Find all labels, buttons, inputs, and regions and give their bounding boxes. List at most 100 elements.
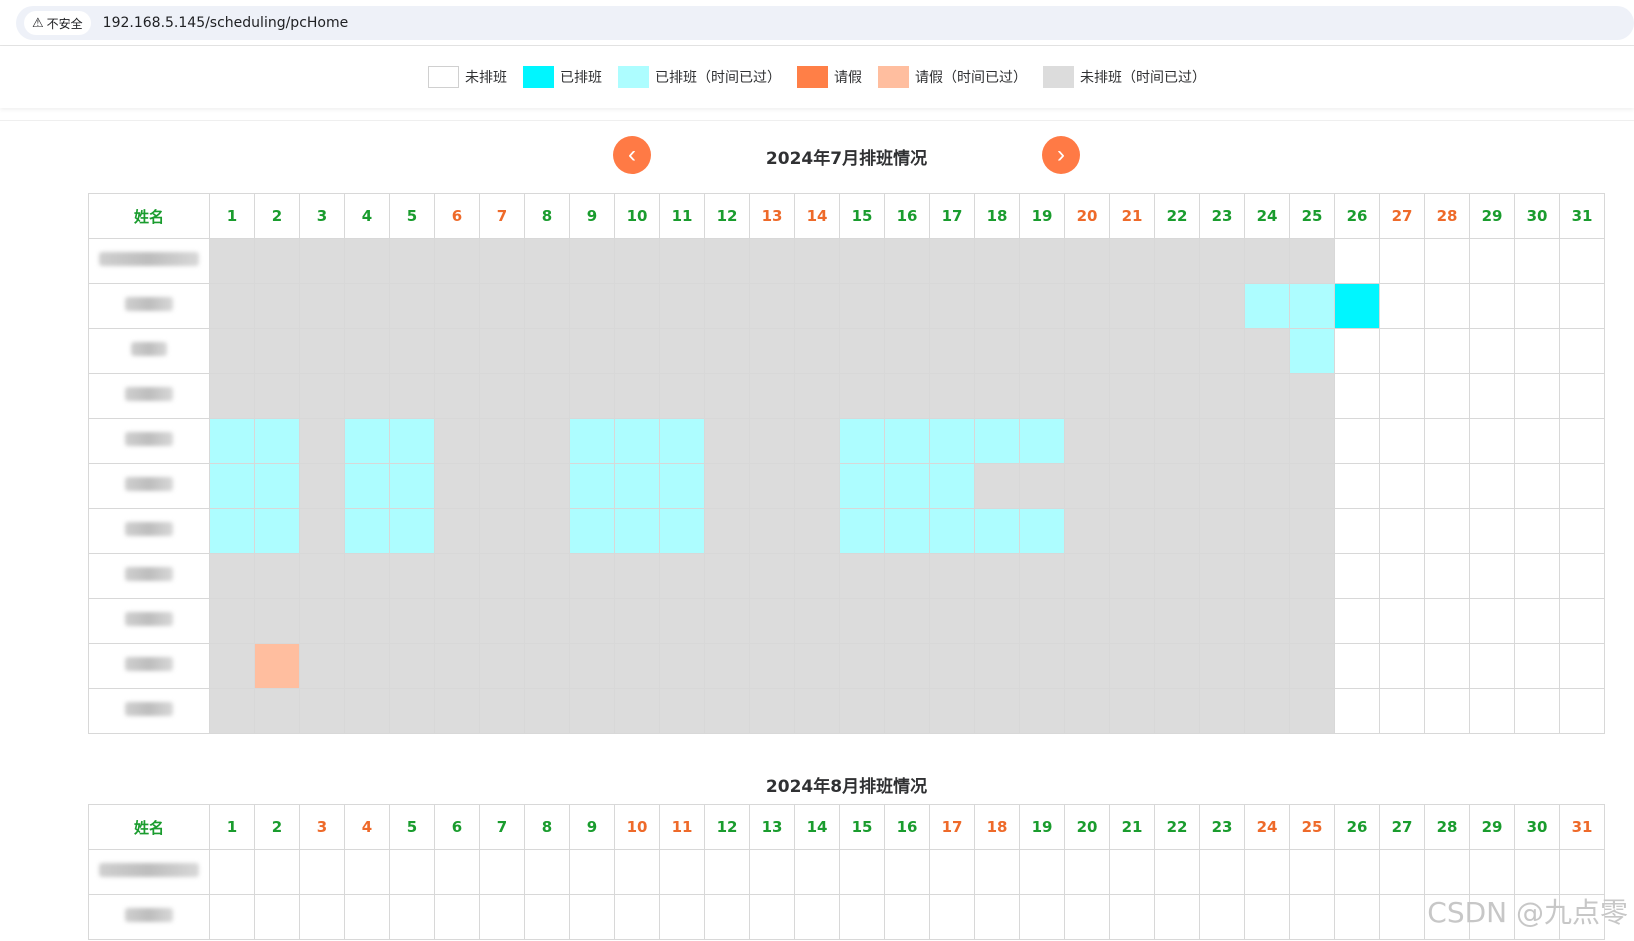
schedule-cell[interactable] (659, 463, 705, 509)
schedule-cell[interactable] (1199, 598, 1245, 644)
schedule-cell[interactable] (1109, 849, 1155, 895)
schedule-cell[interactable] (1244, 328, 1290, 374)
schedule-cell[interactable] (1154, 283, 1200, 329)
schedule-cell[interactable] (704, 598, 750, 644)
schedule-cell[interactable] (299, 643, 345, 689)
schedule-cell[interactable] (659, 894, 705, 940)
schedule-cell[interactable] (254, 238, 300, 284)
schedule-cell[interactable] (1379, 849, 1425, 895)
schedule-cell[interactable] (524, 894, 570, 940)
schedule-cell[interactable] (1559, 238, 1605, 284)
schedule-cell[interactable] (614, 463, 660, 509)
schedule-cell[interactable] (1514, 508, 1560, 554)
schedule-cell[interactable] (1469, 688, 1515, 734)
schedule-cell[interactable] (1199, 849, 1245, 895)
schedule-cell[interactable] (1244, 894, 1290, 940)
address-bar[interactable]: ⚠ 不安全 192.168.5.145/scheduling/pcHome (16, 6, 1634, 40)
schedule-cell[interactable] (1154, 418, 1200, 464)
schedule-cell[interactable] (1244, 463, 1290, 509)
schedule-cell[interactable] (929, 238, 975, 284)
schedule-cell[interactable] (704, 849, 750, 895)
schedule-cell[interactable] (254, 508, 300, 554)
schedule-cell[interactable] (209, 283, 255, 329)
schedule-cell[interactable] (299, 849, 345, 895)
schedule-cell[interactable] (1424, 418, 1470, 464)
schedule-cell[interactable] (1199, 463, 1245, 509)
schedule-cell[interactable] (1019, 643, 1065, 689)
url-text[interactable]: 192.168.5.145/scheduling/pcHome (103, 15, 349, 31)
schedule-cell[interactable] (1379, 688, 1425, 734)
schedule-cell[interactable] (209, 373, 255, 419)
schedule-cell[interactable] (1469, 553, 1515, 599)
schedule-cell[interactable] (434, 418, 480, 464)
schedule-cell[interactable] (1379, 643, 1425, 689)
schedule-cell[interactable] (1244, 598, 1290, 644)
schedule-cell[interactable] (1244, 418, 1290, 464)
schedule-cell[interactable] (1199, 553, 1245, 599)
schedule-cell[interactable] (1109, 598, 1155, 644)
schedule-cell[interactable] (1289, 894, 1335, 940)
schedule-cell[interactable] (1424, 283, 1470, 329)
schedule-cell[interactable] (839, 598, 885, 644)
schedule-cell[interactable] (1514, 688, 1560, 734)
schedule-cell[interactable] (1514, 373, 1560, 419)
schedule-cell[interactable] (614, 373, 660, 419)
schedule-cell[interactable] (884, 463, 930, 509)
schedule-cell[interactable] (974, 688, 1020, 734)
schedule-cell[interactable] (569, 894, 615, 940)
schedule-cell[interactable] (749, 283, 795, 329)
schedule-cell[interactable] (839, 328, 885, 374)
schedule-cell[interactable] (929, 688, 975, 734)
schedule-cell[interactable] (884, 283, 930, 329)
schedule-cell[interactable] (704, 328, 750, 374)
schedule-cell[interactable] (479, 418, 525, 464)
schedule-cell[interactable] (524, 643, 570, 689)
schedule-cell[interactable] (524, 238, 570, 284)
schedule-cell[interactable] (614, 643, 660, 689)
schedule-cell[interactable] (659, 508, 705, 554)
schedule-cell[interactable] (659, 283, 705, 329)
schedule-cell[interactable] (614, 894, 660, 940)
schedule-cell[interactable] (299, 553, 345, 599)
schedule-cell[interactable] (434, 508, 480, 554)
schedule-cell[interactable] (704, 894, 750, 940)
schedule-cell[interactable] (389, 553, 435, 599)
schedule-cell[interactable] (569, 643, 615, 689)
schedule-cell[interactable] (299, 894, 345, 940)
schedule-cell[interactable] (344, 373, 390, 419)
schedule-cell[interactable] (1469, 508, 1515, 554)
schedule-cell[interactable] (299, 463, 345, 509)
schedule-cell[interactable] (389, 849, 435, 895)
schedule-cell[interactable] (1199, 283, 1245, 329)
schedule-cell[interactable] (1559, 328, 1605, 374)
schedule-cell[interactable] (1154, 849, 1200, 895)
schedule-cell[interactable] (1289, 508, 1335, 554)
schedule-cell[interactable] (389, 418, 435, 464)
schedule-cell[interactable] (569, 553, 615, 599)
schedule-cell[interactable] (659, 418, 705, 464)
schedule-cell[interactable] (974, 463, 1020, 509)
schedule-cell[interactable] (1199, 238, 1245, 284)
schedule-cell[interactable] (299, 373, 345, 419)
schedule-cell[interactable] (1199, 643, 1245, 689)
schedule-cell[interactable] (344, 598, 390, 644)
schedule-cell[interactable] (1469, 373, 1515, 419)
schedule-cell[interactable] (524, 849, 570, 895)
schedule-cell[interactable] (1199, 373, 1245, 419)
schedule-cell[interactable] (884, 598, 930, 644)
schedule-cell[interactable] (434, 373, 480, 419)
schedule-cell[interactable] (1379, 418, 1425, 464)
schedule-cell[interactable] (839, 418, 885, 464)
schedule-cell[interactable] (569, 238, 615, 284)
schedule-cell[interactable] (1019, 894, 1065, 940)
schedule-cell[interactable] (1244, 238, 1290, 284)
schedule-cell[interactable] (1154, 373, 1200, 419)
schedule-cell[interactable] (1424, 463, 1470, 509)
schedule-cell[interactable] (1379, 598, 1425, 644)
schedule-cell[interactable] (389, 894, 435, 940)
schedule-cell[interactable] (209, 463, 255, 509)
schedule-cell[interactable] (1154, 688, 1200, 734)
schedule-cell[interactable] (884, 688, 930, 734)
schedule-cell[interactable] (1379, 553, 1425, 599)
schedule-cell[interactable] (479, 688, 525, 734)
